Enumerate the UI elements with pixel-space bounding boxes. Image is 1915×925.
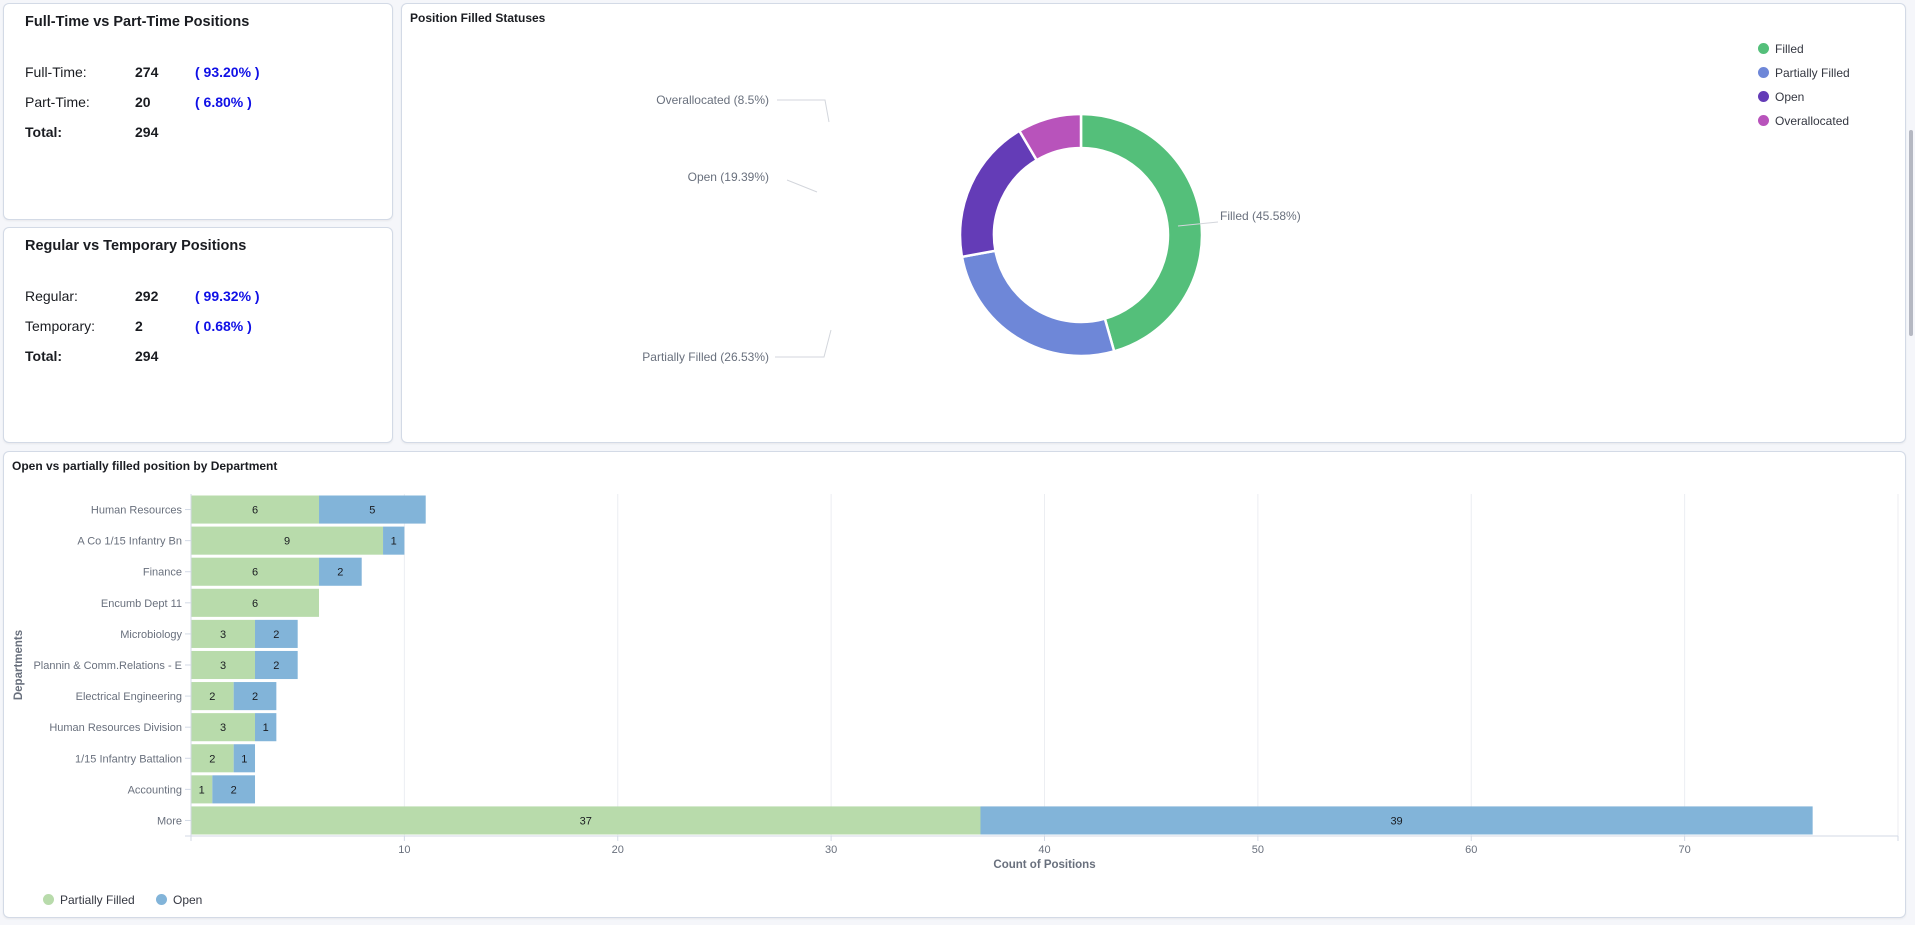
stat-value: 294 — [135, 348, 159, 364]
stat-percent: ( 99.32% ) — [195, 288, 260, 304]
donut-label-leader-line — [775, 329, 832, 358]
legend-dot-partially-filled — [1758, 67, 1769, 78]
donut-slice-filled[interactable] — [1079, 112, 1204, 353]
donut-slice-label: Overallocated (8.5%) — [656, 93, 769, 107]
legend-label: Filled — [1775, 42, 1804, 56]
y-tick-label: Plannin & Comm.Relations - E — [33, 660, 182, 672]
bar-value-label: 1 — [199, 784, 205, 796]
bar-value-label: 2 — [231, 784, 237, 796]
x-tick-label: 10 — [398, 844, 410, 856]
x-tick-label: 30 — [825, 844, 837, 856]
legend-item-partially-filled[interactable]: Partially Filled — [1758, 65, 1850, 81]
regular-temporary-panel: Regular vs Temporary Positions Regular: … — [3, 227, 393, 443]
y-tick-label: Electrical Engineering — [76, 691, 182, 703]
stat-value: 294 — [135, 124, 159, 140]
x-tick-label: 50 — [1252, 844, 1264, 856]
legend-item-open[interactable]: Open — [156, 892, 202, 908]
bar-value-label: 3 — [220, 629, 226, 641]
legend-label: Overallocated — [1775, 114, 1850, 128]
position-filled-statuses-panel: Position Filled Statuses Filled (45.58%)… — [401, 3, 1906, 443]
department-bar-chart: 6 5 Human Resources 9 1 A Co 1/15 Infantry Bn… — [13, 494, 1899, 871]
stat-value: 2 — [135, 318, 143, 334]
bar-value-label: 5 — [369, 505, 375, 517]
x-tick-label: 20 — [612, 844, 624, 856]
y-tick-label: Microbiology — [120, 629, 182, 641]
bar-value-label: 3 — [220, 722, 226, 734]
legend-dot-open — [1758, 91, 1769, 102]
x-tick-label: 40 — [1038, 844, 1050, 856]
stat-label: Total: — [25, 348, 63, 364]
y-tick-label: 1/15 Infantry Battalion — [75, 753, 182, 765]
stat-value: 292 — [135, 288, 159, 304]
y-tick-label: Accounting — [128, 784, 182, 796]
bar-value-label: 1 — [241, 753, 247, 765]
stat-label: Total: — [25, 124, 63, 140]
full-part-time-title: Full-Time vs Part-Time Positions — [25, 14, 250, 30]
x-tick-label: 60 — [1465, 844, 1477, 856]
bar-value-label: 6 — [252, 505, 258, 517]
stat-label: Full-Time: — [25, 64, 87, 80]
legend-item-partially-filled[interactable]: Partially Filled — [43, 892, 135, 908]
legend-dot-open — [156, 894, 167, 905]
bar-value-label: 2 — [273, 629, 279, 641]
bar-value-label: 37 — [580, 815, 592, 827]
stat-percent: ( 93.20% ) — [195, 64, 260, 80]
y-tick-label: More — [157, 815, 182, 827]
bar-value-label: 9 — [284, 536, 290, 548]
y-tick-label: Finance — [143, 567, 182, 579]
legend-item-open[interactable]: Open — [1758, 89, 1804, 105]
legend-dot-partially-filled — [43, 894, 54, 905]
y-tick-label: Encumb Dept 11 — [101, 598, 182, 610]
donut-slice-label: Filled (45.58%) — [1220, 209, 1301, 223]
bar-value-label: 3 — [220, 660, 226, 672]
y-tick-label: Human Resources — [91, 505, 183, 517]
y-tick-label: Human Resources Division — [49, 722, 182, 734]
y-tick-label: A Co 1/15 Infantry Bn — [77, 536, 182, 548]
x-tick-label: 70 — [1679, 844, 1691, 856]
bar-value-label: 6 — [252, 598, 258, 610]
stat-label: Regular: — [25, 288, 78, 304]
legend-dot-overallocated — [1758, 115, 1769, 126]
donut-slice-open[interactable] — [958, 129, 1039, 259]
bar-value-label: 2 — [273, 660, 279, 672]
stat-percent: ( 0.68% ) — [195, 318, 252, 334]
donut-label-leader-line — [786, 179, 818, 193]
donut-slice-label: Partially Filled (26.53%) — [642, 350, 769, 364]
legend-item-overallocated[interactable]: Overallocated — [1758, 113, 1849, 129]
donut-chart: Filled (45.58%) Partially Filled (26.53%)… — [642, 93, 1301, 364]
bar-value-label: 2 — [209, 691, 215, 703]
legend-label: Open — [1775, 90, 1805, 104]
legend-dot-filled — [1758, 43, 1769, 54]
stat-value: 20 — [135, 94, 151, 110]
legend-item-filled[interactable]: Filled — [1758, 41, 1804, 57]
legend-label: Open — [173, 893, 203, 907]
bar-value-label: 6 — [252, 567, 258, 579]
page-scrollbar[interactable] — [1909, 130, 1913, 336]
donut-slice-partially-filled[interactable] — [960, 249, 1116, 358]
department-bar-chart-panel: Open vs partially filled position by Dep… — [3, 451, 1906, 918]
y-axis-title: Departments — [13, 630, 25, 700]
stat-label: Temporary: — [25, 318, 96, 334]
x-axis-title: Count of Positions — [993, 859, 1095, 871]
legend-label: Partially Filled — [1775, 66, 1850, 80]
full-part-time-panel: Full-Time vs Part-Time Positions Full-Ti… — [3, 3, 393, 220]
bar-value-label: 2 — [252, 691, 258, 703]
donut-label-leader-line — [777, 99, 830, 123]
legend-label: Partially Filled — [60, 893, 135, 907]
regular-temporary-title: Regular vs Temporary Positions — [25, 238, 247, 254]
donut-slice-label: Open (19.39%) — [688, 170, 769, 184]
bar-value-label: 2 — [209, 753, 215, 765]
bar-value-label: 2 — [337, 567, 343, 579]
stat-percent: ( 6.80% ) — [195, 94, 252, 110]
bar-value-label: 39 — [1390, 815, 1402, 827]
bar-value-label: 1 — [391, 536, 397, 548]
bar-value-label: 1 — [263, 722, 269, 734]
stat-label: Part-Time: — [25, 94, 90, 110]
stat-value: 274 — [135, 64, 159, 80]
